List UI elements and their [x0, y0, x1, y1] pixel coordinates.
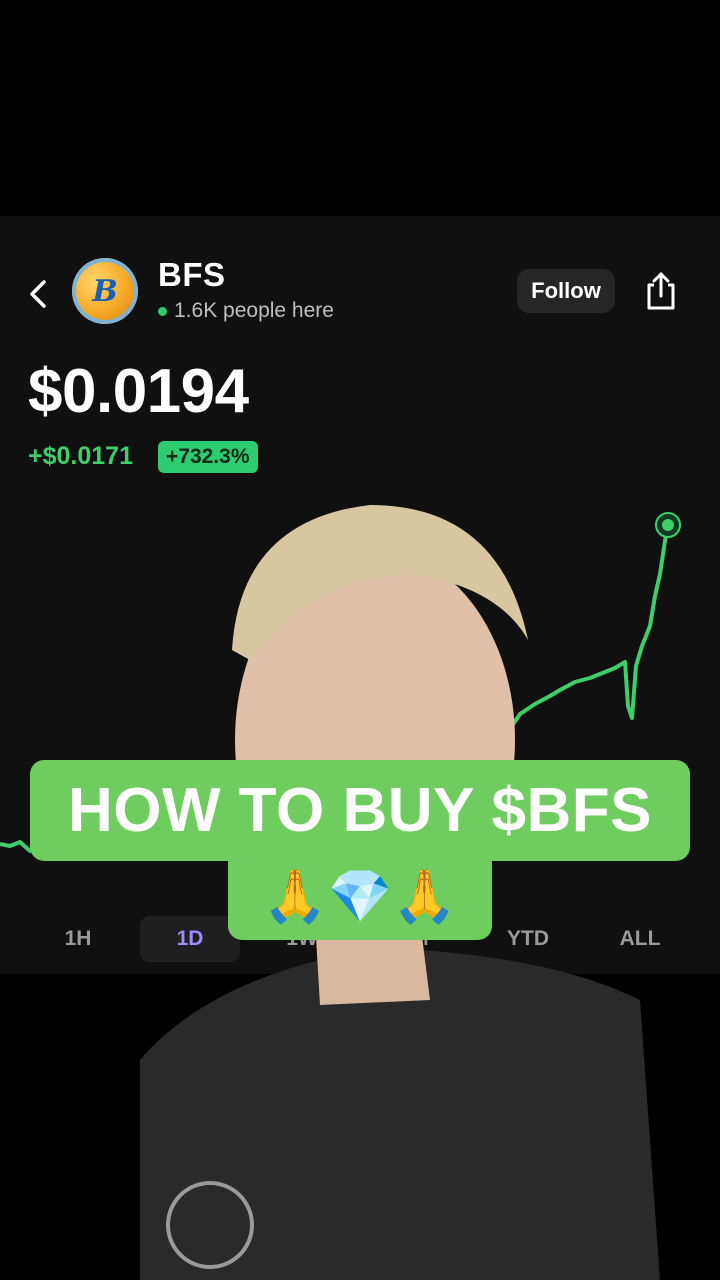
follow-button[interactable]: Follow — [517, 269, 615, 313]
shirt-graphic — [166, 1181, 254, 1269]
coin-header: B BFS 1.6K people here Follow — [0, 216, 720, 366]
back-chevron-icon[interactable] — [24, 274, 54, 314]
coin-logo: B — [72, 258, 138, 324]
tab-all[interactable]: ALL — [590, 916, 690, 962]
share-icon[interactable] — [642, 270, 680, 312]
tab-1h[interactable]: 1H — [28, 916, 128, 962]
percent-change-badge: +732.3% — [158, 441, 258, 473]
coin-title: BFS — [158, 256, 226, 293]
caption-emoji-banner: 🙏💎🙏 — [228, 852, 492, 940]
tab-ytd[interactable]: YTD — [478, 916, 578, 962]
presence-dot-icon — [158, 306, 167, 316]
current-price: $0.0194 — [28, 357, 249, 426]
presence-label: 1.6K people here — [174, 299, 334, 322]
presenter-shirt — [140, 950, 660, 1280]
tab-1d[interactable]: 1D — [140, 916, 240, 962]
presence-status: 1.6K people here — [158, 299, 334, 323]
price-change: +$0.0171 — [28, 442, 133, 470]
caption-banner: HOW TO BUY $BFS — [30, 760, 690, 861]
chart-endpoint-dot — [662, 519, 674, 531]
